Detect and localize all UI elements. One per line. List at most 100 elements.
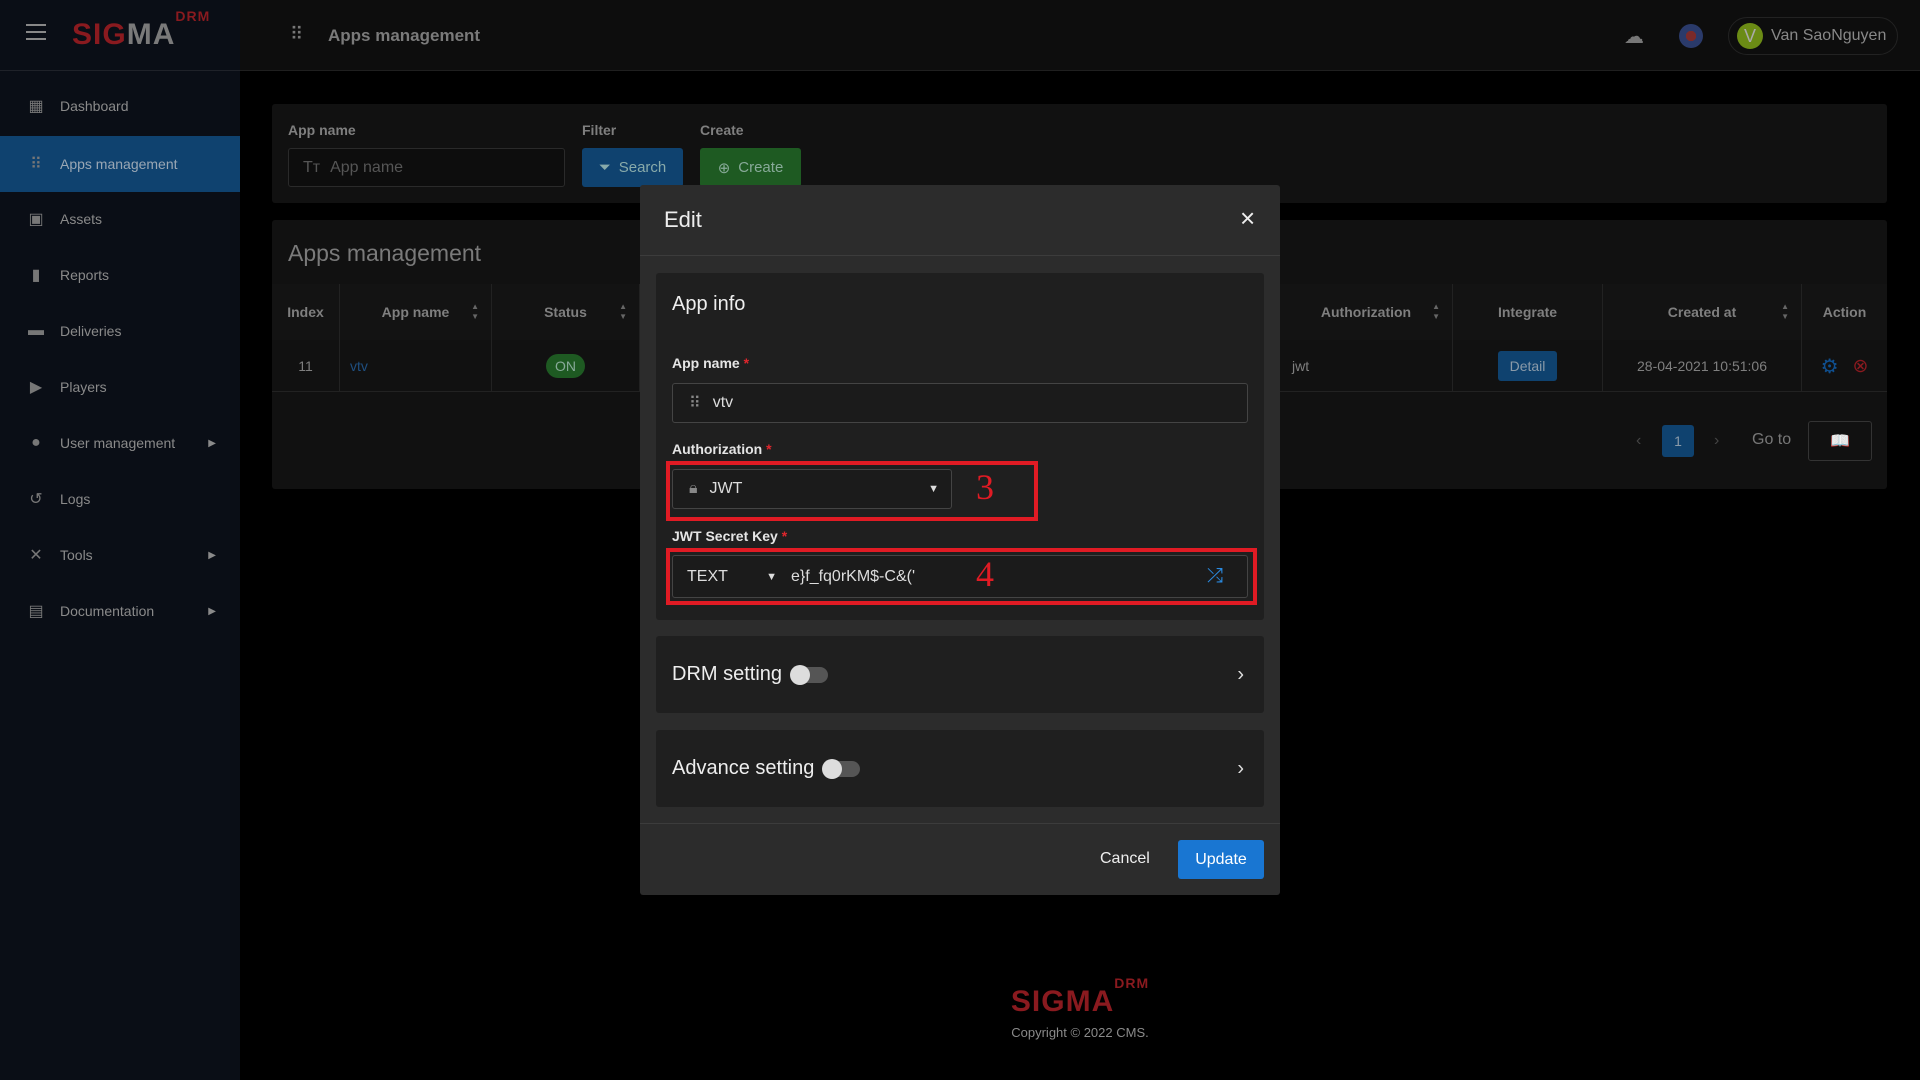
sidebar-item-apps-management[interactable]: ⠿ Apps management [0,136,240,192]
col-status[interactable]: Status ▲ ▼ [492,284,640,340]
cell-index: 11 [272,340,340,392]
chevron-right-icon[interactable]: › [1237,757,1244,780]
caret-right-icon: ▶ [208,437,216,449]
page-1-button[interactable]: 1 [1662,425,1694,457]
col-integrate: Integrate [1453,284,1603,340]
uk-flag-icon[interactable] [1679,24,1703,48]
search-button[interactable]: ⏷ Search [582,148,683,187]
prev-page-icon[interactable]: ‹ [1636,432,1641,450]
history-icon: ↺ [29,491,43,508]
copyright: Copyright © 2022 CMS. [1011,1025,1149,1040]
sidebar-item-label: Apps management [60,156,178,172]
footer: SIGMADRM Copyright © 2022 CMS. [0,975,1920,1040]
col-authorization[interactable]: Authorization ▲ ▼ [1280,284,1453,340]
label-text: JWT Secret Key [672,528,778,544]
sidebar-item-players[interactable]: ▶ Players [0,359,240,415]
update-button[interactable]: Update [1178,840,1264,879]
secret-key-input[interactable]: e}f_fq0rKM$-C&(' [791,568,1207,586]
sidebar-item-label: Reports [60,267,110,283]
user-name: Van SaoNguyen [1771,27,1887,44]
logo[interactable]: SIGMADRM [72,8,210,52]
book-icon: ▤ [28,603,44,620]
sidebar-item-logs[interactable]: ↺ Logs [0,471,240,527]
app-info-card: App info App name * ⠿ vtv Authorization *… [656,273,1264,620]
sidebar-item-tools[interactable]: ✕ Tools ▶ [0,527,240,583]
sidebar-item-dashboard[interactable]: ▦ Dashboard [0,78,240,134]
create-button[interactable]: ⊕ Create [700,148,801,187]
caret-right-icon: ▶ [208,549,216,561]
lock-icon: 🔒︎ [689,480,698,497]
next-page-icon[interactable]: › [1714,432,1719,450]
detail-button[interactable]: Detail [1497,351,1558,381]
sidebar-item-label: Tools [60,547,93,563]
goto-page-input[interactable]: 📖 [1808,421,1872,461]
app-name-search-input[interactable]: Tт App name [288,148,565,187]
sidebar-item-label: Deliveries [60,323,122,339]
input-value: vtv [712,394,734,411]
sidebar-item-label: Documentation [60,603,155,619]
shuffle-generate-icon[interactable]: ⤮ [1207,565,1223,588]
app-info-title: App info [672,293,746,315]
section-title: Advance setting [672,757,815,779]
col-created-at[interactable]: Created at ▲ ▼ [1603,284,1802,340]
chevron-right-icon[interactable]: › [1237,663,1244,686]
col-label: Authorization [1320,304,1412,320]
cell-app-name-link[interactable]: vtv [340,340,492,392]
sort-icon[interactable]: ▲ ▼ [471,302,479,322]
filter-icon: ⏷ [598,159,611,176]
sidebar-item-reports[interactable]: ▮ Reports [0,247,240,303]
caret-down-icon: ▼ [766,570,777,583]
user-icon: ● [31,434,41,451]
caret-right-icon: ▶ [208,605,216,617]
cancel-button[interactable]: Cancel [1100,850,1150,868]
table-title: Apps management [288,240,482,266]
col-label: App name [381,304,450,320]
sidebar-item-documentation[interactable]: ▤ Documentation ▶ [0,583,240,639]
close-icon[interactable]: × [1240,203,1255,234]
required-mark: * [766,441,772,457]
sort-icon[interactable]: ▲ ▼ [619,302,627,322]
app-name-input[interactable]: ⠿ vtv [672,383,1248,423]
annotation-number: 3 [976,467,994,507]
apps-grid-icon[interactable]: ⠿ [290,24,303,45]
select-value: TEXT [687,567,728,585]
authorization-select[interactable]: 🔒︎ JWT ▼ [672,469,952,509]
delete-circle-icon[interactable]: ⊗ [1853,355,1869,378]
required-mark: * [743,355,750,371]
user-menu[interactable]: V Van SaoNguyen [1728,17,1898,55]
caret-down-icon: ▼ [928,483,939,495]
drm-toggle[interactable] [790,664,829,685]
footer-logo: SIGMADRM [1010,975,1150,1018]
col-app-name[interactable]: App name ▲ ▼ [340,284,492,340]
col-index: Index [272,284,340,340]
settings-gear-icon[interactable]: ⚙ [1821,354,1839,379]
status-badge[interactable]: ON [546,354,585,378]
goto-label: Go to [1752,431,1792,448]
sort-icon[interactable]: ▲ ▼ [1432,302,1440,322]
sort-icon[interactable]: ▲ ▼ [1781,302,1789,322]
advance-setting-section[interactable]: Advance setting › [656,730,1264,807]
moon-cloud-icon[interactable]: ☁ [1624,24,1644,49]
secret-type-select[interactable]: TEXT ▼ [673,556,791,597]
sidebar-item-assets[interactable]: ▣ Assets [0,191,240,247]
text-icon: Tт [303,158,321,176]
sidebar-item-user-management[interactable]: ● User management ▶ [0,415,240,471]
section-title: DRM setting [672,663,783,685]
modal-header: Edit × [640,185,1280,256]
advance-toggle[interactable] [822,758,861,779]
drm-setting-section[interactable]: DRM setting › [656,636,1264,713]
tools-icon: ✕ [29,547,43,564]
briefcase-icon: ▣ [28,211,44,228]
page-title: Apps management [328,26,481,45]
filter-label: Filter [582,122,617,138]
col-label: Status [544,304,587,320]
annotation-number: 4 [976,554,994,594]
create-label: Create [700,122,744,138]
hamburger-menu-icon[interactable] [26,24,46,40]
cell-status: ON [492,340,640,392]
select-value: JWT [709,480,743,497]
sidebar-item-deliveries[interactable]: ▬ Deliveries [0,303,240,359]
modal-title: Edit [664,207,702,232]
cell-integrate: Detail [1453,340,1603,392]
sidebar: SIGMADRM ▦ Dashboard ⠿ Apps management ▣ As… [0,0,240,1080]
